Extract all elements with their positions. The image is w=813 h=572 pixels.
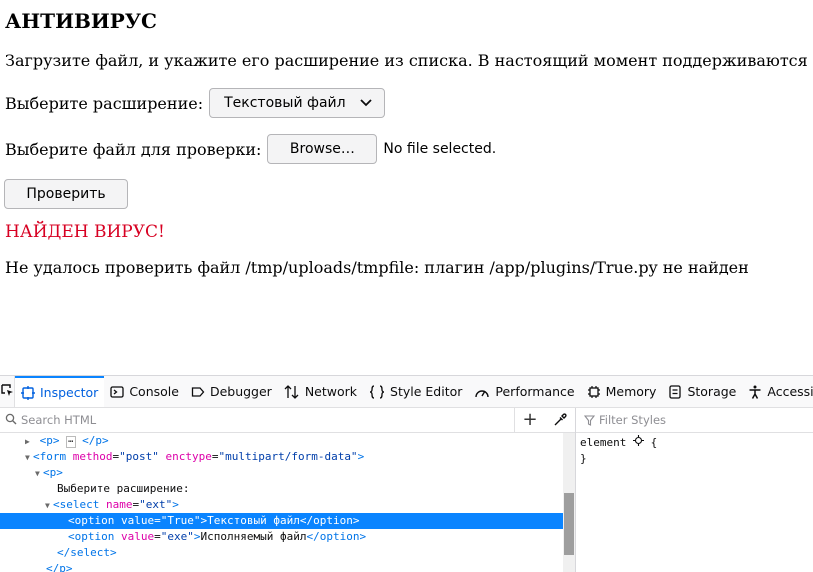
markup-tree: ▶ <p> ⋯ </p> ▼ <form method="post" enctyp… [0,433,563,572]
tree-node-select[interactable]: ▼ <select name="ext"> [0,497,563,513]
tab-storage[interactable]: Storage [662,376,742,407]
devtools-panel: Inspector Console Debugger Network Style… [0,375,813,572]
filter-styles-input[interactable]: Filter Styles [599,413,666,427]
extension-selected-value: Текстовый файл [224,95,346,111]
page-heading: АНТИВИРУС [5,9,157,33]
tree-node-p[interactable]: ▼ <p> [0,465,563,481]
memory-icon [587,385,601,399]
extension-row: Выберите расширение: Текстовый файл [5,87,386,119]
extension-select[interactable]: Текстовый файл [209,88,386,118]
page-content: АНТИВИРУС Загрузите файл, и укажите его … [0,0,813,375]
rules-pane: Filter Styles element { } [576,408,813,572]
eyedropper-icon[interactable] [545,413,575,427]
tab-label: Console [129,384,179,399]
no-file-text: No file selected. [383,141,497,157]
expand-arrow-icon[interactable]: ▶ [25,434,33,450]
debugger-icon [191,385,205,399]
tree-node-select-end[interactable]: </select> [0,545,563,561]
tree-node-option[interactable]: <option value="exe">Исполняемый файл</op… [0,529,563,545]
tree-node-p-end[interactable]: </p> [0,561,563,572]
element-rule: element { } [576,435,813,467]
tab-debugger[interactable]: Debugger [185,376,278,407]
browse-button[interactable]: Browse… [267,134,378,164]
tab-label: Network [304,384,358,399]
element-picker-button[interactable] [0,376,15,407]
markup-pane: Search HTML + ▶ <p> ⋯ </p> ▼ <form method… [0,408,576,572]
tab-console[interactable]: Console [104,376,185,407]
markup-scrollbar[interactable] [563,433,575,572]
description-text: Загрузите файл, и укажите его расширение… [5,51,813,70]
network-icon [284,384,300,399]
tab-network[interactable]: Network [278,376,363,407]
search-icon [5,413,17,428]
search-html-input[interactable]: Search HTML [21,413,514,427]
collapse-arrow-icon[interactable]: ▼ [35,466,43,482]
rule-close-brace: } [580,452,587,465]
tab-memory[interactable]: Memory [581,376,663,407]
file-label: Выберите файл для проверки: [5,139,262,159]
tab-performance[interactable]: Performance [468,376,580,407]
storage-icon [668,384,682,399]
collapse-arrow-icon[interactable]: ▼ [45,498,53,514]
chevron-down-icon [360,95,372,111]
console-icon [110,385,124,399]
filter-styles-bar: Filter Styles [576,408,813,433]
add-node-button[interactable]: + [514,408,545,432]
extension-label: Выберите расширение: [5,93,204,113]
scrollbar-thumb[interactable] [564,493,574,555]
tab-label: Style Editor [390,384,463,399]
rule-open-brace: { [650,436,658,449]
tree-node-form[interactable]: ▼ <form method="post" enctype="multipart/… [0,449,563,465]
search-html-bar: Search HTML + [0,408,575,433]
tab-label: Debugger [209,384,272,399]
tab-accessibility[interactable]: Accessi [742,376,813,407]
check-button[interactable]: Проверить [4,179,128,209]
tab-label: Storage [687,384,737,399]
filter-icon [584,414,595,426]
devtools-tabbar: Inspector Console Debugger Network Style… [0,376,813,408]
tab-label: Inspector [40,385,99,400]
tree-node-option-selected[interactable]: <option value="True">Текстовый файл</opt… [0,513,563,529]
performance-icon [474,385,490,399]
inspector-icon [21,385,35,400]
tree-node-text[interactable]: Выберите расширение: [0,481,563,497]
accessibility-icon [748,385,762,399]
collapsed-ellipsis[interactable]: ⋯ [66,436,76,448]
element-picker-icon [0,383,14,400]
style-editor-icon [369,384,385,399]
node-gear-icon[interactable] [632,435,644,451]
tab-label: Performance [495,384,575,399]
tab-style-editor[interactable]: Style Editor [363,376,468,407]
file-row: Выберите файл для проверки: Browse… No f… [5,133,496,165]
tree-node-p-collapsed[interactable]: ▶ <p> ⋯ </p> [0,433,563,449]
tab-label: Memory [605,384,657,399]
collapse-arrow-icon[interactable]: ▼ [25,450,33,466]
rule-selector: element [580,436,627,449]
tab-label: Accessi [767,384,813,399]
error-message: Не удалось проверить файл /tmp/uploads/t… [5,258,749,277]
tab-inspector[interactable]: Inspector [15,376,105,407]
virus-found-message: НАЙДЕН ВИРУС! [5,222,165,242]
